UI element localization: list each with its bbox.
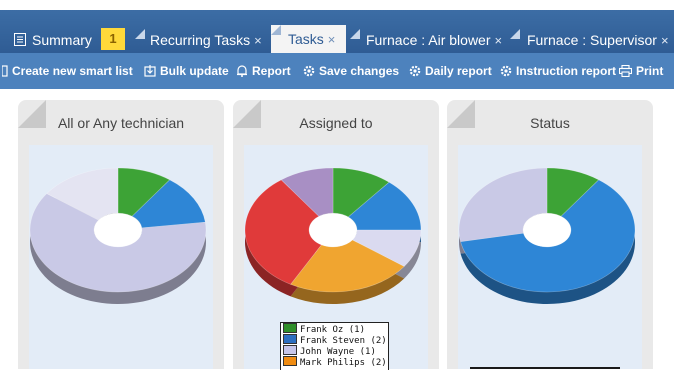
chart-legend: Frank Oz (1) Frank Steven (2) John Wayne… (280, 322, 389, 370)
bulk-update-icon (144, 65, 156, 77)
bell-icon (237, 65, 247, 77)
close-icon[interactable]: × (328, 32, 336, 47)
close-icon[interactable]: × (495, 33, 503, 48)
list-icon (1, 65, 8, 77)
donut-hole (309, 213, 357, 247)
tab-recurring-tasks[interactable]: Recurring Tasks × (150, 29, 262, 53)
tab-bar: Summary 1 Recurring Tasks × Tasks × Furnac… (0, 10, 674, 53)
panel-status: Status (447, 100, 653, 369)
daily-report-button[interactable]: Daily report (409, 63, 492, 79)
tab-notch (350, 29, 360, 39)
legend-swatch (283, 323, 297, 333)
tab-recurring-tasks-label: Recurring Tasks (150, 32, 251, 48)
tab-summary-label: Summary (32, 32, 92, 48)
tab-furnace-supervisor[interactable]: Furnace : Supervisor × (527, 29, 669, 53)
tab-tasks-label: Tasks (288, 31, 324, 47)
close-icon[interactable]: × (254, 33, 262, 48)
print-button[interactable]: Print (618, 63, 664, 79)
tab-furnace-air-blower-label: Furnace : Air blower (366, 32, 491, 48)
report-label: Report (252, 64, 291, 78)
create-smart-list-label: Create new smart list (12, 64, 133, 78)
tab-notch (135, 29, 145, 39)
notification-badge[interactable]: 1 (101, 28, 125, 50)
print-label: Print (636, 64, 664, 78)
bulk-update-label: Bulk update (160, 64, 229, 78)
legend-item: John Wayne (1) (281, 345, 388, 357)
save-changes-label: Save changes (319, 64, 400, 78)
create-smart-list-button[interactable]: Create new smart list (1, 63, 133, 79)
close-icon[interactable]: × (661, 33, 669, 48)
pie-chart-all-or-any-technician[interactable] (29, 145, 213, 369)
legend-item: Frank Steven (2) (281, 334, 388, 346)
instruction-report-button[interactable]: Instruction report (500, 63, 616, 79)
gear-icon (409, 65, 421, 77)
gear-icon (303, 65, 315, 77)
donut-hole (523, 213, 571, 247)
panel-title: All or Any technician (57, 115, 185, 131)
legend-swatch (283, 356, 297, 366)
legend-item: Mark Philips (2) (281, 356, 388, 368)
legend-label: Mark Philips (2) (300, 358, 387, 368)
legend-swatch (283, 334, 297, 344)
report-button[interactable]: Report (236, 63, 291, 79)
legend-item: Frank Oz (1) (281, 323, 388, 335)
tab-summary[interactable]: Summary (14, 29, 92, 53)
printer-icon (618, 64, 633, 78)
bulk-update-button[interactable]: Bulk update (144, 63, 229, 79)
gear-icon (500, 65, 512, 77)
document-icon (14, 33, 26, 46)
chart-area (29, 145, 213, 369)
panel-title: Status (530, 115, 570, 131)
tab-furnace-supervisor-label: Furnace : Supervisor (527, 32, 657, 48)
panel-title: Assigned to (299, 115, 373, 131)
tab-furnace-air-blower[interactable]: Furnace : Air blower × (366, 29, 502, 53)
pie-chart-status[interactable] (458, 145, 642, 369)
legend-swatch (283, 345, 297, 355)
daily-report-label: Daily report (425, 64, 492, 78)
save-changes-button[interactable]: Save changes (303, 63, 399, 79)
chart-area (458, 145, 642, 369)
tab-notch (271, 25, 281, 35)
instruction-report-label: Instruction report (516, 64, 617, 78)
tab-notch (510, 29, 520, 39)
donut-hole (94, 213, 142, 247)
tab-tasks-label-wrap[interactable]: Tasks × (288, 31, 335, 47)
panel-all-or-any-technician: All or Any technician (18, 100, 224, 369)
toolbar: Create new smart list Bulk update Report… (0, 53, 674, 89)
